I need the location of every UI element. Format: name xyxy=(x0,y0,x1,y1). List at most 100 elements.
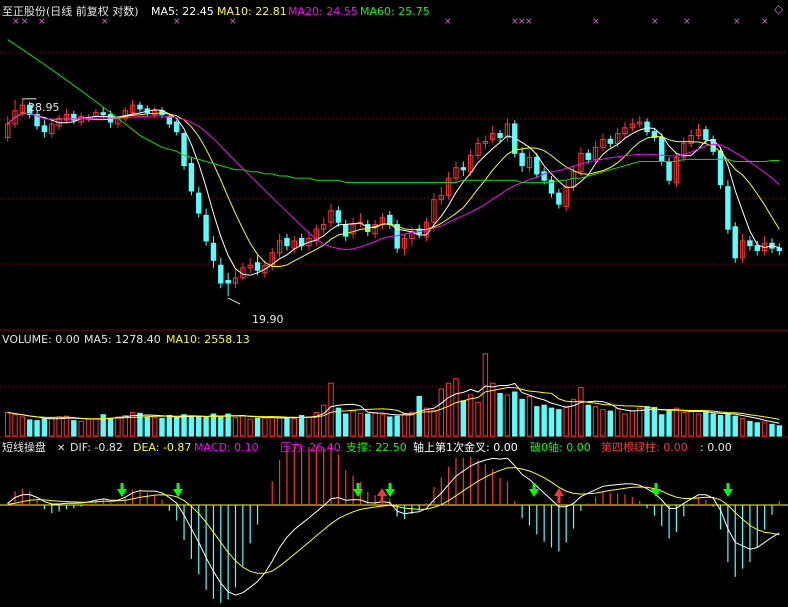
volume-bar xyxy=(644,406,650,437)
volume-bar xyxy=(71,420,77,437)
close-icon[interactable]: ✕ xyxy=(57,443,65,454)
ma20-line xyxy=(7,112,780,251)
arrow-stem xyxy=(726,483,730,490)
price-ma5-value: MA5: 22.45 xyxy=(151,5,214,18)
volume-bar xyxy=(203,416,209,437)
price-ma20-value: MA20: 24.55 xyxy=(288,5,358,18)
signal-marker-icon: × xyxy=(651,17,659,27)
candle-body xyxy=(725,186,731,230)
volume-bar xyxy=(218,415,224,437)
signal-marker-icon: × xyxy=(592,17,600,27)
volume-bar xyxy=(144,416,151,437)
volume-bar xyxy=(556,409,562,437)
signal-marker-icon: × xyxy=(21,17,29,27)
volume-bar xyxy=(232,417,239,437)
volume-bar xyxy=(747,420,753,437)
candle-body xyxy=(203,214,209,242)
volume-bar xyxy=(320,404,327,437)
volume-bar xyxy=(276,417,283,437)
volume-bar xyxy=(262,417,268,437)
volume-bar xyxy=(497,392,503,437)
candle-body xyxy=(534,156,540,175)
candle-body xyxy=(225,279,231,284)
signal-marker-icon: × xyxy=(733,17,741,27)
volume-bar xyxy=(401,413,408,437)
arrow-stem xyxy=(176,483,180,490)
volume-bar xyxy=(181,414,187,437)
candle-body xyxy=(776,247,783,252)
macd-extra-value: : 0.00 xyxy=(700,441,732,454)
price-title: 至正股份(日线 前复权 对数) xyxy=(2,4,139,18)
volume-bar xyxy=(541,404,547,437)
volume-bar xyxy=(159,417,165,437)
signal-marker-icon: × xyxy=(229,17,237,27)
volume-bar xyxy=(350,410,356,437)
arrow-stem xyxy=(356,483,360,490)
volume-ma10-value: MA10: 2558.13 xyxy=(166,333,250,346)
candle-body xyxy=(188,163,195,192)
macd-fourth-green-value: 第四根绿柱: 0.00 xyxy=(601,440,688,454)
volume-bar xyxy=(681,412,687,437)
volume-bar xyxy=(651,406,658,437)
signal-marker-icon: × xyxy=(683,17,691,27)
volume-bar xyxy=(431,409,437,437)
candle-body xyxy=(173,121,180,133)
candle-body xyxy=(71,113,77,121)
volume-bar xyxy=(34,420,40,437)
volume-bar xyxy=(475,401,481,437)
volume-bar xyxy=(100,414,106,437)
volume-bar xyxy=(93,417,99,437)
macd-dif-value: DIF: -0.82 xyxy=(70,441,123,454)
candle-body xyxy=(732,226,738,259)
candle-body xyxy=(666,160,672,181)
volume-bar xyxy=(56,416,62,437)
candle-body xyxy=(335,210,342,223)
candle-body xyxy=(747,240,753,247)
candle-body xyxy=(607,138,614,144)
volume-bar xyxy=(4,412,11,437)
volume-bar xyxy=(585,404,591,437)
candle-body xyxy=(254,262,261,271)
volume-bar xyxy=(188,415,195,437)
price-ma60-value: MA60: 25.75 xyxy=(360,5,430,18)
sell-arrow-icon xyxy=(529,489,539,497)
candle-body xyxy=(343,223,349,237)
volume-bar xyxy=(335,407,342,437)
volume-bar xyxy=(306,416,312,437)
signal-marker-icon: × xyxy=(38,17,46,27)
volume-bar xyxy=(732,415,738,437)
candle-body xyxy=(556,192,562,205)
volume-bar xyxy=(269,416,275,437)
candle-body xyxy=(218,264,224,284)
volume-bar xyxy=(49,417,55,437)
diamond-icon[interactable]: ◇ xyxy=(774,2,784,16)
volume-bar xyxy=(600,409,606,437)
candle-body xyxy=(585,152,591,160)
volume-bar xyxy=(240,414,246,437)
volume-bar xyxy=(387,416,393,437)
arrow-stem xyxy=(380,496,384,503)
macd-indicator-name[interactable]: 短线操盘 xyxy=(2,440,46,454)
candle-body xyxy=(210,242,217,261)
sell-arrow-icon xyxy=(353,489,363,497)
volume-ma5-value: MA5: 1278.40 xyxy=(84,333,161,346)
candle-body xyxy=(754,245,760,252)
volume-bar xyxy=(592,406,599,437)
volume-bar xyxy=(85,418,92,437)
macd-support-value: 支撑: 22.50 xyxy=(346,440,407,454)
ma10-line xyxy=(7,112,780,267)
volume-bar xyxy=(416,395,422,437)
signal-marker-icon: × xyxy=(101,17,109,27)
volume-bar xyxy=(607,410,614,437)
volume-bar xyxy=(343,413,349,437)
volume-bar xyxy=(173,417,180,437)
volume-bar xyxy=(115,416,121,437)
candle-body xyxy=(497,133,503,138)
volume-bar xyxy=(695,413,702,437)
candle-body xyxy=(100,112,106,115)
volume-bar xyxy=(467,394,474,437)
low-marker xyxy=(227,297,241,305)
sell-arrow-icon xyxy=(651,489,661,497)
arrow-stem xyxy=(654,483,658,490)
volume-bar xyxy=(284,417,290,437)
